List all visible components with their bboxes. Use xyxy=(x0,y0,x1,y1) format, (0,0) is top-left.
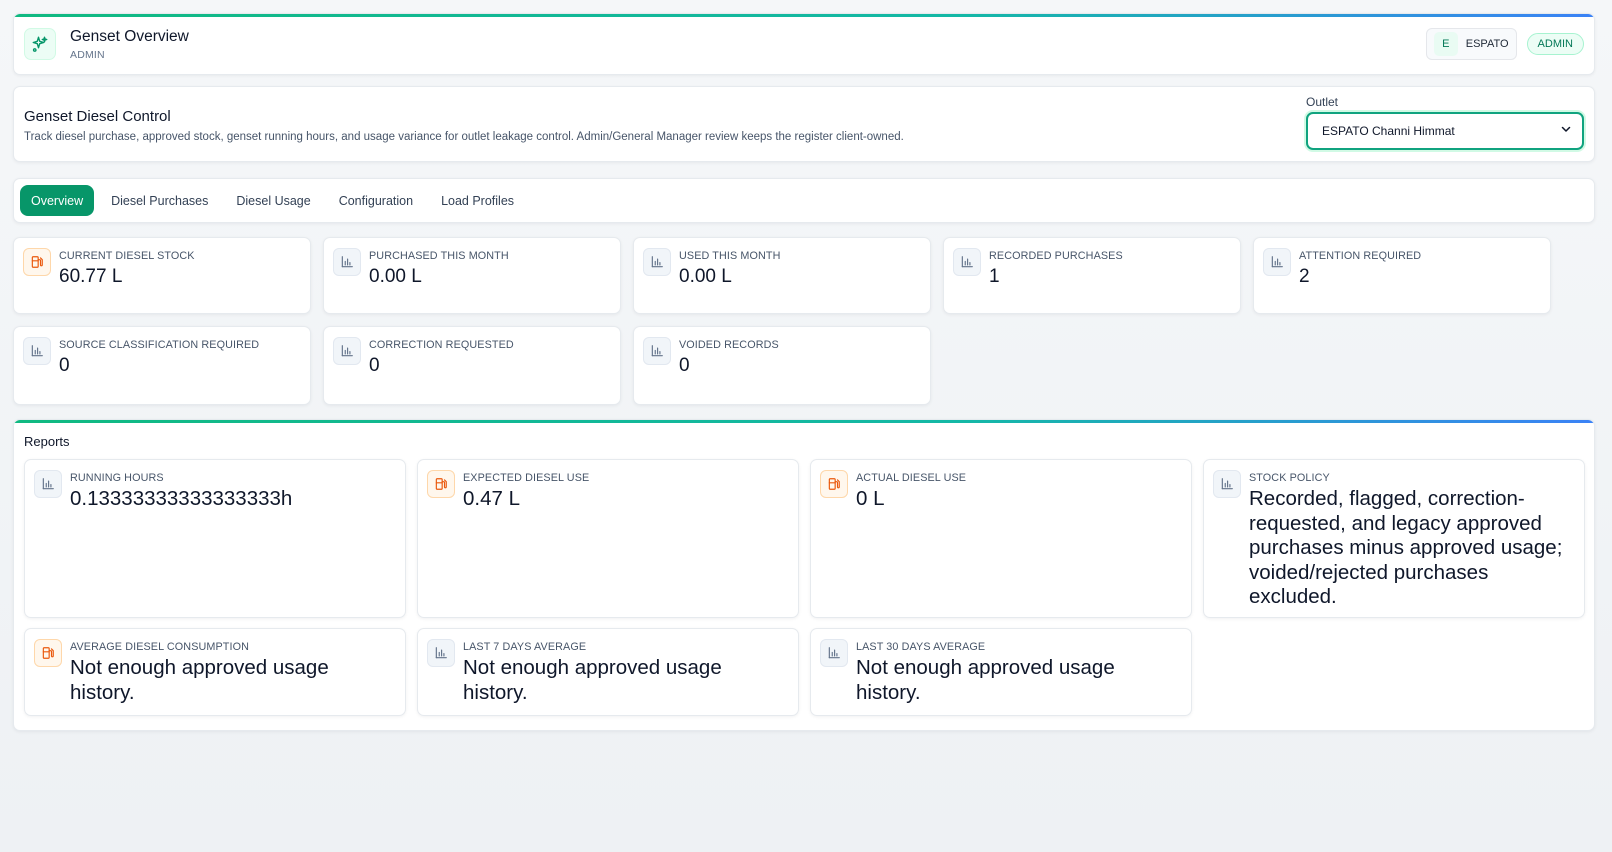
outlet-select[interactable]: ESPATO Channi Himmat xyxy=(1306,111,1584,150)
metric-value: 2 xyxy=(1299,266,1310,287)
report-value: 0.47 L xyxy=(463,487,520,510)
metric-card-current-diesel-stock: CURRENT DIESEL STOCK 60.77 L xyxy=(13,237,311,314)
report-card-running-hours: RUNNING HOURS 0.13333333333333333h xyxy=(24,459,406,618)
report-card-last-7-days-average: LAST 7 DAYS AVERAGE Not enough approved … xyxy=(417,628,799,716)
metric-value: 0.00 L xyxy=(679,266,732,287)
metric-label: SOURCE CLASSIFICATION REQUIRED xyxy=(59,339,260,351)
metric-label: USED THIS MONTH xyxy=(679,250,781,262)
chart-icon xyxy=(953,248,981,276)
report-value: 0 L xyxy=(856,487,885,510)
metric-card-purchased-this-month: PURCHASED THIS MONTH 0.00 L xyxy=(323,237,621,314)
metric-card-source-classification-required: SOURCE CLASSIFICATION REQUIRED 0 xyxy=(13,326,311,405)
fuel-icon xyxy=(427,470,455,498)
fuel-icon xyxy=(820,470,848,498)
report-label: RUNNING HOURS xyxy=(70,472,164,484)
chart-icon xyxy=(23,337,51,365)
report-card-average-diesel-consumption: AVERAGE DIESEL CONSUMPTION Not enough ap… xyxy=(24,628,406,716)
section-title: Genset Diesel Control xyxy=(24,107,171,125)
reports-title: Reports xyxy=(24,434,70,449)
chart-icon xyxy=(333,337,361,365)
org-switcher[interactable]: E ESPATO xyxy=(1425,28,1517,60)
chart-icon xyxy=(333,248,361,276)
reports-panel: Reports RUNNING HOURS 0.1333333333333333… xyxy=(13,419,1595,731)
tab-load-profiles[interactable]: Load Profiles xyxy=(430,185,525,216)
metric-value: 0 xyxy=(59,355,70,376)
app-header: Genset Overview ADMIN E ESPATO ADMIN xyxy=(13,13,1595,75)
report-label: EXPECTED DIESEL USE xyxy=(463,472,590,484)
tab-diesel-purchases[interactable]: Diesel Purchases xyxy=(100,185,219,216)
tab-bar: Overview Diesel Purchases Diesel Usage C… xyxy=(13,178,1595,223)
chevron-down-icon xyxy=(1560,123,1572,138)
report-value: Recorded, flagged, correction-requested,… xyxy=(1249,487,1563,608)
tab-diesel-usage[interactable]: Diesel Usage xyxy=(225,185,321,216)
org-name: ESPATO xyxy=(1465,38,1509,50)
reports-grid: RUNNING HOURS 0.13333333333333333h EXPEC… xyxy=(24,459,1585,716)
metric-value: 0 xyxy=(679,355,690,376)
metric-card-attention-required: ATTENTION REQUIRED 2 xyxy=(1253,237,1551,314)
metric-label: CORRECTION REQUESTED xyxy=(369,339,514,351)
report-label: LAST 30 DAYS AVERAGE xyxy=(856,641,986,653)
chart-icon xyxy=(1263,248,1291,276)
metric-value: 60.77 L xyxy=(59,266,123,287)
report-card-expected-diesel-use: EXPECTED DIESEL USE 0.47 L xyxy=(417,459,799,618)
page-title: Genset Overview xyxy=(70,27,189,45)
metric-label: ATTENTION REQUIRED xyxy=(1299,250,1422,262)
chart-icon xyxy=(427,639,455,667)
sparkle-icon xyxy=(24,28,56,60)
metric-label: CURRENT DIESEL STOCK xyxy=(59,250,195,262)
metric-card-voided-records: VOIDED RECORDS 0 xyxy=(633,326,931,405)
chart-icon xyxy=(643,337,671,365)
report-card-actual-diesel-use: ACTUAL DIESEL USE 0 L xyxy=(810,459,1192,618)
fuel-icon xyxy=(34,639,62,667)
metric-label: RECORDED PURCHASES xyxy=(989,250,1123,262)
report-card-stock-policy: STOCK POLICY Recorded, flagged, correcti… xyxy=(1203,459,1585,618)
report-card-last-30-days-average: LAST 30 DAYS AVERAGE Not enough approved… xyxy=(810,628,1192,716)
chart-icon xyxy=(1213,470,1241,498)
role-badge: ADMIN xyxy=(1526,33,1584,55)
chart-icon xyxy=(820,639,848,667)
page-subtitle: ADMIN xyxy=(70,48,105,61)
outlet-label: Outlet xyxy=(1306,94,1339,109)
report-label: STOCK POLICY xyxy=(1249,472,1330,484)
chart-icon xyxy=(643,248,671,276)
metric-card-used-this-month: USED THIS MONTH 0.00 L xyxy=(633,237,931,314)
tab-overview[interactable]: Overview xyxy=(20,185,95,216)
outlet-selected-value: ESPATO Channi Himmat xyxy=(1322,123,1455,138)
chart-icon xyxy=(34,470,62,498)
report-value: Not enough approved usage history. xyxy=(463,656,722,704)
report-value: Not enough approved usage history. xyxy=(70,656,329,704)
fuel-icon xyxy=(23,248,51,276)
metric-value: 1 xyxy=(989,266,1000,287)
tab-configuration[interactable]: Configuration xyxy=(328,185,424,216)
report-label: ACTUAL DIESEL USE xyxy=(856,472,967,484)
metric-value: 0 xyxy=(369,355,380,376)
metric-label: VOIDED RECORDS xyxy=(679,339,779,351)
report-label: LAST 7 DAYS AVERAGE xyxy=(463,641,587,653)
metric-value: 0.00 L xyxy=(369,266,422,287)
metric-card-correction-requested: CORRECTION REQUESTED 0 xyxy=(323,326,621,405)
control-panel: Genset Diesel Control Track diesel purch… xyxy=(13,86,1595,162)
metric-label: PURCHASED THIS MONTH xyxy=(369,250,509,262)
report-label: AVERAGE DIESEL CONSUMPTION xyxy=(70,641,249,653)
org-avatar: E xyxy=(1433,32,1458,56)
outlet-field: Outlet ESPATO Channi Himmat xyxy=(1306,95,1584,150)
report-value: 0.13333333333333333h xyxy=(70,487,293,510)
metric-card-recorded-purchases: RECORDED PURCHASES 1 xyxy=(943,237,1241,314)
section-description: Track diesel purchase, approved stock, g… xyxy=(24,130,904,143)
report-value: Not enough approved usage history. xyxy=(856,656,1115,704)
metric-grid: CURRENT DIESEL STOCK 60.77 L PURCHASED T… xyxy=(13,237,1595,405)
